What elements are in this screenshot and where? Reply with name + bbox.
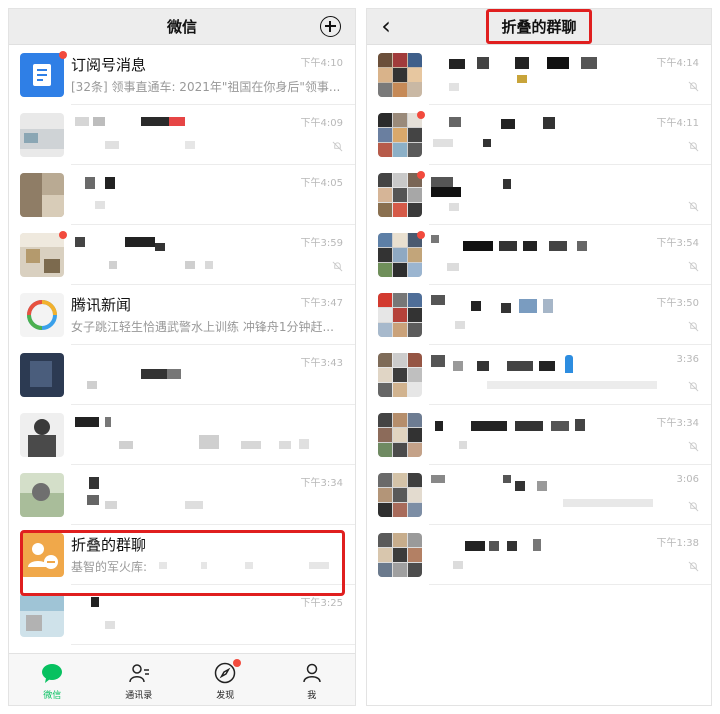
tab-contacts[interactable]: 通讯录: [96, 654, 183, 705]
group-row[interactable]: 下午3:34: [367, 405, 711, 465]
group-avatar: [378, 533, 422, 577]
chat-time: 下午3:47: [300, 298, 343, 309]
chat-bubble-icon: [42, 664, 63, 683]
tab-discover[interactable]: 发现: [182, 654, 269, 705]
chat-time: 下午3:43: [300, 358, 343, 369]
avatar: [20, 233, 64, 277]
chat-preview: [32条] 领事直通车: 2021年"祖国在你身后"领事...: [71, 80, 341, 94]
group-avatar: [378, 413, 422, 457]
folded-groups-screen: ‹ 折叠的群聊 下午4:14 下午4:11 下午3:54 下午3:50 3:36…: [366, 8, 712, 706]
page-title: 折叠的群聊: [501, 18, 577, 36]
wechat-chats-screen: 微信 订阅号消息 [32条] 领事直通车: 2021年"祖国在你身后"领事...…: [8, 8, 356, 706]
chat-time: 下午4:14: [656, 58, 699, 69]
mute-icon: [688, 201, 699, 212]
navbar: ‹ 折叠的群聊: [367, 9, 711, 45]
group-avatar: [378, 473, 422, 517]
group-avatar: [378, 113, 422, 157]
mute-icon: [688, 141, 699, 152]
chat-time: 下午3:34: [656, 418, 699, 429]
chat-preview: 女子跳江轻生恰遇武警水上训练 冲锋舟1分钟赶...: [71, 320, 334, 334]
chat-row[interactable]: 下午4:05: [9, 165, 355, 225]
unread-dot: [417, 231, 425, 239]
unread-dot: [233, 659, 242, 667]
chat-time: 下午3:25: [300, 598, 343, 609]
chat-row[interactable]: 下午3:34: [9, 465, 355, 525]
avatar: [20, 473, 64, 517]
group-row[interactable]: 3:36: [367, 345, 711, 405]
title-highlight-box: 折叠的群聊: [486, 9, 592, 44]
group-row[interactable]: [367, 165, 711, 225]
group-avatar: [378, 293, 422, 337]
tab-me[interactable]: 我: [269, 654, 356, 705]
tab-bar: 微信 通讯录 发现 我: [9, 653, 355, 705]
highlight-box: [20, 530, 345, 596]
chat-row-subscriptions[interactable]: 订阅号消息 [32条] 领事直通车: 2021年"祖国在你身后"领事... 下午…: [9, 45, 355, 105]
add-icon[interactable]: [320, 16, 341, 37]
chat-name: 腾讯新闻: [71, 296, 132, 314]
chat-time: 下午4:11: [656, 118, 699, 129]
page-title: 微信: [166, 18, 197, 36]
mute-icon: [688, 441, 699, 452]
tab-label: 微信: [43, 691, 62, 701]
mute-icon: [688, 501, 699, 512]
chat-time: 3:06: [676, 474, 699, 485]
chat-row[interactable]: 下午4:09: [9, 105, 355, 165]
chat-time: 下午4:10: [300, 58, 343, 69]
group-avatar: [378, 233, 422, 277]
mute-icon: [688, 561, 699, 572]
chat-row[interactable]: [9, 405, 355, 465]
unread-dot: [59, 231, 67, 239]
mute-icon: [688, 381, 699, 392]
person-icon: [303, 663, 321, 683]
tab-label: 发现: [216, 691, 235, 701]
group-list: 下午4:14 下午4:11 下午3:54 下午3:50 3:36 下午3:34 …: [367, 45, 711, 585]
chat-time: 下午3:34: [300, 478, 343, 489]
group-row[interactable]: 下午4:14: [367, 45, 711, 105]
chat-row[interactable]: 下午3:43: [9, 345, 355, 405]
mute-icon: [688, 321, 699, 332]
avatar: [20, 113, 64, 157]
avatar: [20, 413, 64, 457]
mute-icon: [688, 81, 699, 92]
avatar: [20, 173, 64, 217]
chat-name: 订阅号消息: [71, 56, 147, 74]
tab-chats[interactable]: 微信: [9, 654, 96, 705]
tab-label: 通讯录: [125, 691, 153, 701]
mute-icon: [332, 141, 343, 152]
avatar: [20, 353, 64, 397]
group-avatar: [378, 353, 422, 397]
contacts-icon: [129, 664, 149, 683]
chat-time: 下午3:59: [300, 238, 343, 249]
mute-icon: [688, 261, 699, 272]
group-row[interactable]: 下午3:54: [367, 225, 711, 285]
chat-time: 3:36: [676, 354, 699, 365]
group-row[interactable]: 3:06: [367, 465, 711, 525]
avatar: [20, 593, 64, 637]
chat-time: 下午4:09: [300, 118, 343, 129]
chat-time: 下午3:50: [656, 298, 699, 309]
group-row[interactable]: 下午3:50: [367, 285, 711, 345]
group-avatar: [378, 173, 422, 217]
mute-icon: [332, 261, 343, 272]
chat-row-tencent-news[interactable]: 腾讯新闻 女子跳江轻生恰遇武警水上训练 冲锋舟1分钟赶... 下午3:47: [9, 285, 355, 345]
unread-dot: [417, 111, 425, 119]
subscription-icon: [20, 53, 64, 97]
tab-label: 我: [307, 691, 317, 701]
group-avatar: [378, 53, 422, 97]
chat-time: 下午3:54: [656, 238, 699, 249]
chevron-left-icon[interactable]: ‹: [375, 9, 397, 45]
chat-time: 下午1:38: [656, 538, 699, 549]
chat-row[interactable]: 下午3:59: [9, 225, 355, 285]
unread-dot: [417, 171, 425, 179]
group-row[interactable]: 下午4:11: [367, 105, 711, 165]
navbar: 微信: [9, 9, 355, 45]
tencent-news-icon: [20, 293, 64, 337]
unread-dot: [59, 51, 67, 59]
group-row[interactable]: 下午1:38: [367, 525, 711, 585]
chat-time: 下午4:05: [300, 178, 343, 189]
